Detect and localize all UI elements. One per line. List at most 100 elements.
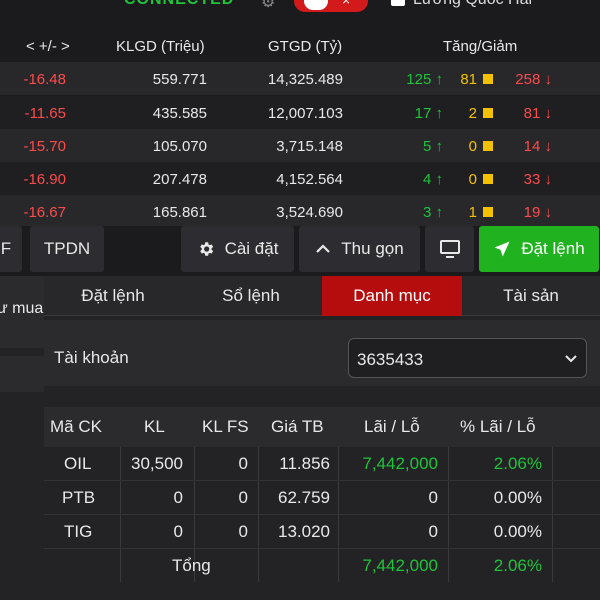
square-icon [483,174,493,184]
up-arrow-icon: ↑ [435,138,444,155]
down-arrow-icon: ↓ [544,171,553,188]
user-checkbox[interactable] [391,0,405,6]
volume-header: KLGD (Triệu) [116,38,205,55]
qty: 30,500 [131,454,183,473]
total-pnl: 7,442,000 [362,556,438,575]
col-pnl-pct[interactable]: % Lãi / Lỗ [460,417,536,437]
decliners-count: 81 [523,105,541,122]
market-row[interactable]: -16.90 207.478 4,152.564 4 ↑ 0 33 ↓ [0,162,600,195]
gear-icon[interactable]: ⚙ [261,0,275,12]
square-icon [483,74,493,84]
index-change: -15.70 [23,138,66,155]
send-icon [494,241,510,257]
square-icon [483,108,493,118]
account-label: Tài khoản [54,348,129,367]
order-panel-tabs: Đặt lệnh Sổ lệnh Danh mục Tài sản [44,276,600,316]
market-row[interactable]: -15.70 105.070 3,715.148 5 ↑ 0 14 ↓ [0,129,600,162]
tab-assets[interactable]: Tài sản [462,276,600,316]
value-header: GTGD (Tỷ) [268,38,343,55]
pnl: 0 [428,488,438,507]
symbol: PTB [62,488,96,507]
advancers-count: 125 [406,71,432,88]
market-table-header: < +/- > KLGD (Triệu) GTGD (Tỷ) Tăng/Giảm [0,30,600,60]
index-volume: 559.771 [152,71,207,88]
portfolio-header-row: Mã CK KL KL FS Giá TB Lãi / Lỗ % Lãi / L… [44,407,600,447]
col-pnl[interactable]: Lãi / Lỗ [364,417,420,437]
square-icon [483,141,493,151]
unchanged-count: 2 [468,105,477,122]
unchanged: 81 [460,71,493,88]
index-volume: 435.585 [152,105,207,122]
change-header[interactable]: < +/- > [26,38,70,55]
market-row[interactable]: -16.67 165.861 3,524.690 3 ↑ 1 19 ↓ [0,195,600,228]
square-icon [483,207,493,217]
top-status-bar: CONNECTED ⚙ × Lương Quốc Hải [0,0,600,12]
close-icon: × [342,0,351,8]
index-change: -11.65 [24,105,66,122]
avg-price: 11.856 [279,454,330,473]
advancers-count: 17 [414,105,432,122]
chevron-up-icon [316,244,331,253]
collapse-button[interactable]: Thu gọn [299,226,420,272]
decliners-count: 33 [523,171,541,188]
display-button[interactable] [425,226,474,272]
index-change: -16.67 [23,204,66,221]
portfolio-row[interactable]: OIL 30,500 0 11.856 7,442,000 2.06% [44,447,600,481]
buy-tab[interactable]: ư mua [0,276,44,348]
tab-portfolio[interactable]: Danh mục [322,276,462,316]
index-value: 3,715.148 [276,138,343,155]
account-value: 3635433 [357,350,424,369]
place-order-button[interactable]: Đặt lệnh [479,226,599,272]
decliners: 14 ↓ [524,138,552,155]
col-qty-fs[interactable]: KL FS [202,417,249,437]
pnl: 7,442,000 [362,454,438,473]
toggle-knob [304,0,328,10]
tab-order-label: Đặt lệnh [81,286,145,305]
qty: 0 [173,488,183,507]
symbol: OIL [64,454,92,473]
advancers-count: 3 [422,204,432,221]
tab-f[interactable]: F [0,226,22,272]
unchanged-count: 0 [468,138,477,155]
unchanged-count: 0 [468,171,477,188]
col-avg-price[interactable]: Giá TB [271,417,324,437]
settings-button[interactable]: Cài đặt [181,226,294,272]
qty-fs: 0 [238,522,248,541]
qty-fs: 0 [238,454,248,473]
settings-label: Cài đặt [224,239,279,258]
unchanged: 1 [469,204,493,221]
index-value: 14,325.489 [267,71,343,88]
down-arrow-icon: ↓ [544,138,553,155]
up-arrow-icon: ↑ [435,171,444,188]
index-change: -16.90 [23,171,66,188]
tab-order-book-label: Sổ lệnh [222,286,280,305]
advancers-count: 4 [422,171,432,188]
market-row[interactable]: -11.65 435.585 12,007.103 17 ↑ 2 81 ↓ [0,96,600,129]
gear-icon [199,242,213,256]
index-volume: 207.478 [152,171,207,188]
tab-f-label: F [0,239,12,258]
account-select[interactable]: 3635433 [348,338,587,378]
tab-portfolio-label: Danh mục [353,286,431,305]
down-arrow-icon: ↓ [544,204,553,221]
col-qty[interactable]: KL [144,417,165,437]
col-symbol[interactable]: Mã CK [50,417,102,437]
connection-toggle[interactable]: × [294,0,368,12]
unchanged: 0 [469,138,493,155]
tab-order-book[interactable]: Sổ lệnh [182,276,320,316]
symbol: TIG [64,522,93,541]
market-row[interactable]: -16.48 559.771 14,325.489 125 ↑ 81 258 ↓ [0,62,600,95]
tab-tpdn[interactable]: TPDN [30,226,104,272]
tab-order[interactable]: Đặt lệnh [44,276,182,316]
portfolio-row[interactable]: PTB 0 0 62.759 0 0.00% [44,481,600,515]
advancers: 17 ↑ [415,105,443,122]
down-arrow-icon: ↓ [544,105,553,122]
up-arrow-icon: ↑ [435,105,444,122]
decliners-count: 19 [523,204,541,221]
qty: 0 [173,522,183,541]
portfolio-row[interactable]: TIG 0 0 13.020 0 0.00% [44,515,600,549]
unchanged: 0 [469,171,493,188]
advancers: 3 ↑ [423,204,443,221]
place-order-label: Đặt lệnh [521,239,585,258]
order-panel: Đặt lệnh Sổ lệnh Danh mục Tài sản Tài kh… [44,276,600,600]
